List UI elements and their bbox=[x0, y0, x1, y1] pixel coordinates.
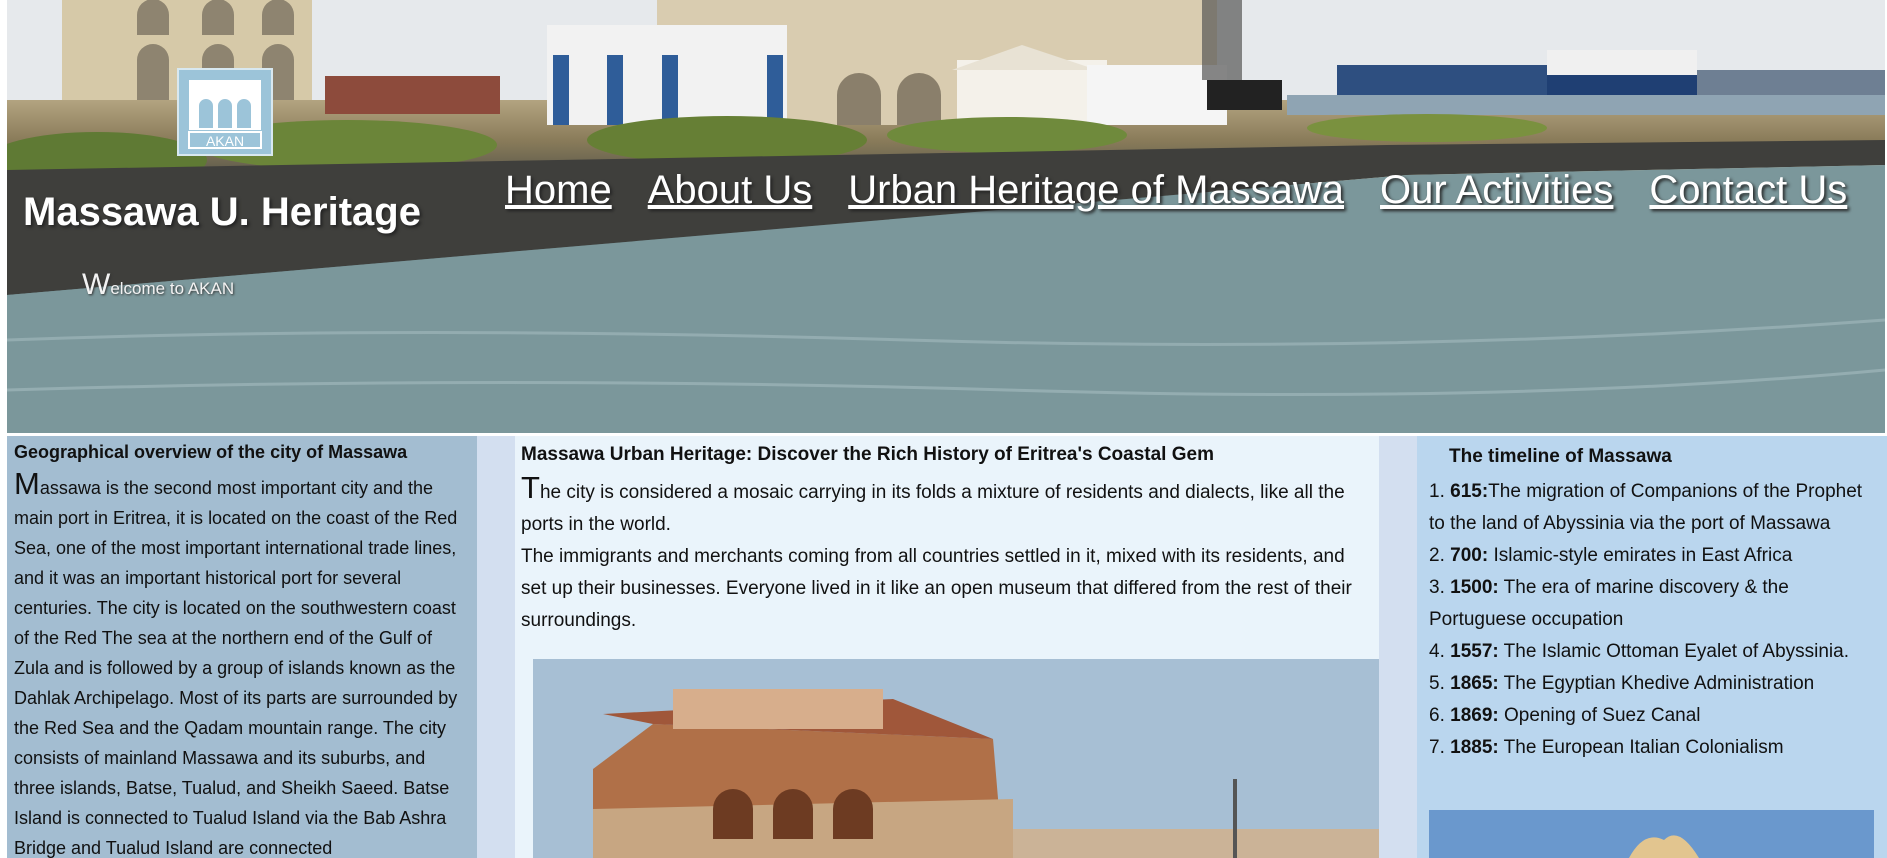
heritage-title: Massawa Urban Heritage: Discover the Ric… bbox=[521, 444, 1214, 465]
geography-initial: M bbox=[14, 466, 40, 501]
heritage-paragraph-2: The immigrants and merchants coming from… bbox=[521, 546, 1352, 631]
timeline-item: 6. 1869: Opening of Suez Canal bbox=[1429, 700, 1875, 732]
timeline-num: 2. bbox=[1429, 545, 1445, 566]
welcome-rest: elcome to AKAN bbox=[110, 279, 235, 298]
heritage-paragraph-1-text: he city is considered a mosaic carrying … bbox=[521, 482, 1345, 535]
timeline-item: 2. 700: Islamic-style emirates in East A… bbox=[1429, 540, 1875, 572]
timeline-text: Opening of Suez Canal bbox=[1498, 705, 1701, 726]
akan-logo[interactable]: AKAN bbox=[177, 68, 273, 156]
timeline-item: 5. 1865: The Egyptian Khedive Administra… bbox=[1429, 668, 1875, 700]
heritage-paragraph-1: The city is considered a mosaic carrying… bbox=[521, 472, 1373, 541]
geography-title: Geographical overview of the city of Mas… bbox=[14, 442, 408, 462]
timeline-year: 615: bbox=[1450, 481, 1489, 502]
nav-urban-heritage[interactable]: Urban Heritage of Massawa bbox=[848, 168, 1344, 213]
timeline-num: 6. bbox=[1429, 705, 1445, 726]
nav-home[interactable]: Home bbox=[505, 168, 612, 213]
timeline-item: 7. 1885: The European Italian Colonialis… bbox=[1429, 732, 1875, 764]
timeline-year: 1500: bbox=[1450, 577, 1499, 598]
timeline-item: 4. 1557: The Islamic Ottoman Eyalet of A… bbox=[1429, 636, 1875, 668]
heritage-building-photo bbox=[533, 659, 1386, 858]
welcome-text: Welcome to AKAN bbox=[82, 268, 234, 302]
nav-contact-us[interactable]: Contact Us bbox=[1649, 168, 1847, 213]
nav-about-us[interactable]: About Us bbox=[648, 168, 813, 213]
timeline-text: The Islamic Ottoman Eyalet of Abyssinia. bbox=[1498, 641, 1849, 662]
hero-banner: AKAN Massawa U. Heritage Welcome to AKAN… bbox=[7, 0, 1885, 433]
timeline-item: 1. 615:The migration of Companions of th… bbox=[1429, 476, 1875, 540]
logo-text: AKAN bbox=[206, 133, 244, 149]
timeline-year: 1557: bbox=[1450, 641, 1499, 662]
timeline-item: 3. 1500: The era of marine discovery & t… bbox=[1429, 572, 1875, 636]
welcome-initial: W bbox=[82, 268, 111, 301]
geography-text: Massawa is the second most important cit… bbox=[14, 466, 470, 858]
main-nav: Home About Us Urban Heritage of Massawa … bbox=[505, 168, 1847, 213]
timeline-num: 4. bbox=[1429, 641, 1445, 662]
geography-body: assawa is the second most important city… bbox=[14, 478, 458, 858]
building-photo-scene bbox=[533, 659, 1386, 858]
timeline-list: 1. 615:The migration of Companions of th… bbox=[1429, 476, 1875, 764]
timeline-photo bbox=[1429, 810, 1874, 858]
timeline-year: 1865: bbox=[1450, 673, 1499, 694]
timeline-text: Islamic-style emirates in East Africa bbox=[1488, 545, 1793, 566]
timeline-year: 700: bbox=[1450, 545, 1489, 566]
timeline-num: 3. bbox=[1429, 577, 1445, 598]
site-title: Massawa U. Heritage bbox=[23, 190, 421, 234]
timeline-photo-scene bbox=[1429, 810, 1874, 858]
column-gutter bbox=[477, 436, 515, 858]
timeline-text: The Egyptian Khedive Administration bbox=[1498, 673, 1815, 694]
timeline-num: 5. bbox=[1429, 673, 1445, 694]
timeline-num: 1. bbox=[1429, 481, 1445, 502]
timeline-num: 7. bbox=[1429, 737, 1445, 758]
column-gutter-right bbox=[1379, 436, 1417, 858]
nav-our-activities[interactable]: Our Activities bbox=[1380, 168, 1613, 213]
timeline-text: The migration of Companions of the Proph… bbox=[1429, 481, 1863, 534]
heritage-initial: T bbox=[521, 470, 540, 505]
timeline-text: The European Italian Colonialism bbox=[1498, 737, 1784, 758]
timeline-year: 1885: bbox=[1450, 737, 1499, 758]
logo-arches-icon: AKAN bbox=[188, 80, 262, 149]
timeline-section: The timeline of Massawa 1. 615:The migra… bbox=[1417, 436, 1887, 858]
timeline-title: The timeline of Massawa bbox=[1449, 446, 1672, 467]
geography-section: Geographical overview of the city of Mas… bbox=[7, 436, 477, 858]
timeline-year: 1869: bbox=[1450, 705, 1499, 726]
